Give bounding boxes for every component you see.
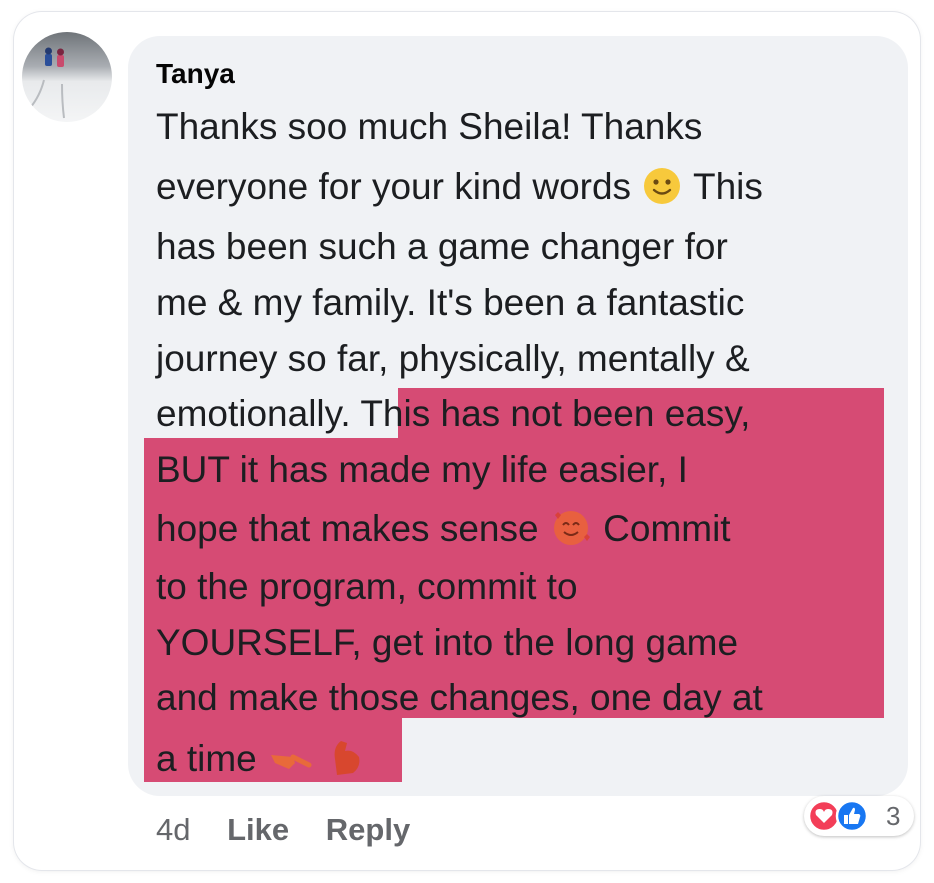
- comment-author[interactable]: Tanya: [156, 58, 235, 90]
- comment-text-segment: This: [692, 166, 763, 207]
- comment-timestamp[interactable]: 4d: [156, 812, 190, 847]
- love-reaction-icon: [807, 799, 841, 833]
- like-reaction-icon: [835, 799, 869, 833]
- comment-text-line: hope that makes sense Commit: [156, 500, 731, 564]
- comment-text-line: journey so far, physically, mentally &: [156, 338, 750, 379]
- comment-text-line: YOURSELF, get into the long game: [156, 622, 739, 663]
- slightly-smiling-face-icon: [643, 164, 681, 222]
- comment-text-line: BUT it has made my life easier, I: [156, 449, 688, 490]
- reaction-icons: [807, 799, 869, 833]
- comment-text-line: me & my family. It's been a fantastic: [156, 282, 745, 323]
- avatar[interactable]: [22, 32, 112, 122]
- like-button[interactable]: Like: [227, 812, 289, 847]
- comment-text-line: everyone for your kind words This: [156, 158, 763, 222]
- smiling-face-with-hearts-icon: [551, 506, 591, 564]
- reaction-count: 3: [886, 801, 901, 831]
- comment-text-line: and make those changes, one day at: [156, 677, 763, 718]
- pointing-hand-icon: [269, 736, 313, 794]
- flexed-biceps-icon: [327, 736, 363, 794]
- comment-text-line: to the program, commit to: [156, 566, 578, 607]
- reaction-summary[interactable]: 3: [804, 796, 914, 836]
- comment-text-segment: Commit: [603, 508, 731, 549]
- reply-button[interactable]: Reply: [326, 812, 410, 847]
- comment-text-line: a time: [156, 730, 365, 794]
- comment-text-line: Thanks soo much Sheila! Thanks: [156, 106, 703, 147]
- comment-text-line: has been such a game changer for: [156, 226, 728, 267]
- avatar-photo: [29, 47, 65, 119]
- comment-text-segment: emotionally.: [156, 393, 351, 434]
- comment-actions: 4d Like Reply: [156, 812, 410, 848]
- comment-text-segment: a time: [156, 738, 257, 779]
- comment-text-line: emotionally. This has not been easy,: [156, 385, 750, 443]
- comment-text-segment: This has not been easy,: [360, 393, 751, 434]
- comment-text-segment: everyone for your kind words: [156, 166, 632, 207]
- comment-text-segment: hope that makes sense: [156, 508, 539, 549]
